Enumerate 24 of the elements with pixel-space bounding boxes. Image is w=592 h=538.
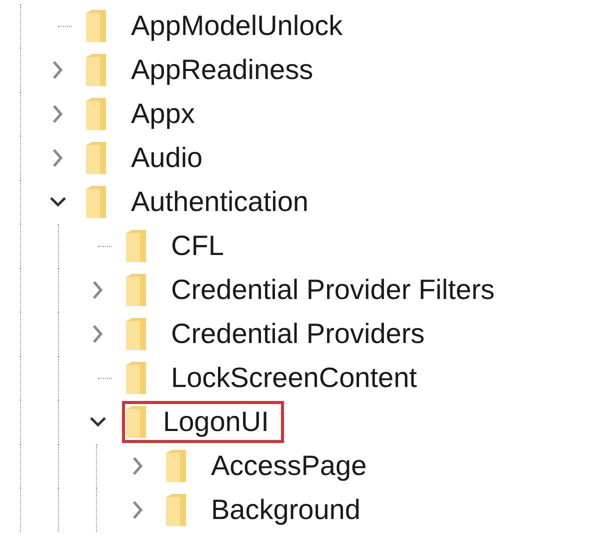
folder-icon: [84, 53, 108, 87]
tree-item[interactable]: Appx: [116, 93, 210, 135]
folder-icon: [124, 229, 148, 263]
folder-icon: [124, 273, 148, 307]
tree-item[interactable]: Credential Provider Filters: [156, 269, 510, 311]
tree-item[interactable]: AppModelUnlock: [116, 5, 358, 47]
tree-item[interactable]: LockScreenContent: [156, 357, 432, 399]
tree-item[interactable]: Credential Providers: [156, 313, 440, 355]
folder-icon: [84, 185, 108, 219]
tree-item[interactable]: LogonUI: [122, 401, 284, 443]
tree-item[interactable]: Background: [196, 489, 376, 531]
tree-item[interactable]: Authentication: [116, 181, 324, 223]
tree-item[interactable]: Audio: [116, 137, 218, 179]
folder-icon: [84, 97, 108, 131]
tree-item[interactable]: AccessPage: [196, 445, 382, 487]
folder-icon: [124, 317, 148, 351]
folder-icon: [124, 361, 148, 395]
folder-icon: [84, 141, 108, 175]
folder-icon: [84, 9, 108, 43]
tree-item[interactable]: CFL: [156, 225, 239, 267]
folder-icon: [164, 449, 188, 483]
tree-item[interactable]: AppReadiness: [116, 49, 328, 91]
folder-icon: [164, 493, 188, 527]
folder-icon: [124, 405, 148, 439]
